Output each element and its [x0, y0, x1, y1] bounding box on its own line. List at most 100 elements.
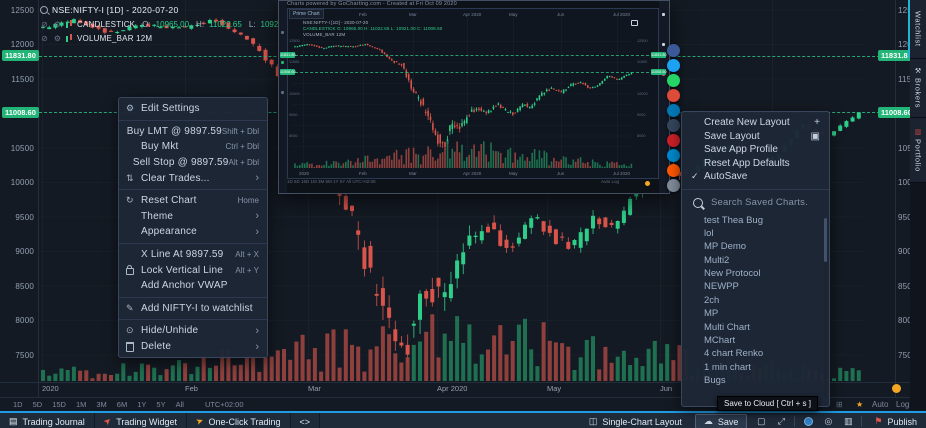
- eye-off-icon[interactable]: ⊘: [40, 20, 49, 29]
- twitter-share-button[interactable]: [667, 59, 680, 72]
- camera-button[interactable]: [798, 413, 818, 428]
- context-menu-item[interactable]: Lock Vertical LineAlt + Y: [119, 262, 267, 278]
- screenshot-icon[interactable]: ▢: [751, 413, 771, 428]
- timeframe-item[interactable]: 1M: [71, 400, 91, 409]
- layout-menu-item[interactable]: Save App Profile: [682, 143, 829, 157]
- menu-item-label: Reset Chart: [141, 195, 238, 206]
- saved-chart-item[interactable]: MP Demo: [682, 240, 829, 253]
- button-label: Trading Journal: [23, 417, 85, 427]
- menu-divider: [119, 189, 267, 190]
- timeframe-item[interactable]: 1Y: [132, 400, 151, 409]
- single-chart-layout-button[interactable]: ◫ Single-Chart Layout: [580, 413, 691, 428]
- saved-chart-item[interactable]: Multi2: [682, 254, 829, 267]
- context-menu-item[interactable]: Delete›: [119, 339, 267, 355]
- saved-chart-item[interactable]: NEWPP: [682, 280, 829, 293]
- snapshot-notification-dot: [645, 181, 650, 186]
- context-menu-item[interactable]: Buy LMT @ 9897.59Shift + Dbl: [119, 124, 267, 140]
- context-menu-item[interactable]: Sell Stop @ 9897.59Alt + Dbl: [119, 155, 267, 171]
- saved-chart-item[interactable]: Multi Chart: [682, 321, 829, 334]
- notification-dot[interactable]: [892, 384, 901, 393]
- cursor-icon: ➤: [194, 415, 205, 428]
- layout-menu-item[interactable]: ✓AutoSave: [682, 170, 829, 184]
- context-menu-item[interactable]: Appearance›: [119, 224, 267, 240]
- timeframe-item[interactable]: 6M: [112, 400, 132, 409]
- context-menu-item[interactable]: ✎Add NIFTY-I to watchlist: [119, 301, 267, 317]
- email-share-button[interactable]: [667, 179, 680, 192]
- menu-scrollbar[interactable]: [824, 218, 827, 398]
- trading-journal-button[interactable]: ▤ Trading Journal: [0, 413, 95, 428]
- snapshot-month-label: Jun: [557, 12, 564, 17]
- time-axis-label: Jun: [660, 384, 672, 393]
- layout-menu-item[interactable]: Save Layout▣: [682, 130, 829, 144]
- context-menu-item[interactable]: ⇅Clear Trades...›: [119, 170, 267, 186]
- context-menu-item[interactable]: ↻Reset ChartHome: [119, 193, 267, 209]
- eye-off-icon[interactable]: ⊘: [40, 34, 49, 43]
- snapshot-symbol-title: NSE:NIFTY-I [1D] - 2020-07-20: [303, 20, 368, 25]
- layout-menu-item[interactable]: Create New Layout+: [682, 116, 829, 130]
- sidebar-tab-portfolio[interactable]: ▥ Portfolio: [910, 118, 926, 183]
- timeframe-item[interactable]: 5D: [28, 400, 48, 409]
- time-axis-label: 2020: [42, 384, 59, 393]
- log-scale-toggle[interactable]: Log: [896, 400, 909, 409]
- timeframe-item[interactable]: 3M: [91, 400, 111, 409]
- saved-chart-item[interactable]: Bugs: [682, 374, 829, 387]
- timeframe-item[interactable]: 1D: [8, 400, 28, 409]
- bottom-toolbar: ▤ Trading Journal ➤ Trading Widget ➤ One…: [0, 411, 926, 428]
- telegram-share-button[interactable]: [667, 149, 680, 162]
- target-icon[interactable]: ◎: [818, 413, 838, 428]
- favorite-star-icon[interactable]: ★: [856, 400, 863, 409]
- saved-chart-item[interactable]: test Thea Bug: [682, 214, 829, 227]
- trash-icon: [126, 342, 141, 352]
- saved-chart-item[interactable]: lol: [682, 227, 829, 240]
- menu-item-label: Buy Mkt: [141, 141, 225, 152]
- context-menu-item[interactable]: ⊙Hide/Unhide›: [119, 323, 267, 339]
- context-menu-item[interactable]: Theme›: [119, 209, 267, 225]
- context-menu-item[interactable]: Buy MktCtrl + Dbl: [119, 139, 267, 155]
- reddit-share-button[interactable]: [667, 164, 680, 177]
- saved-chart-item[interactable]: MChart: [682, 334, 829, 347]
- tumblr-share-button[interactable]: [667, 119, 680, 132]
- timezone-label[interactable]: UTC+02:00: [205, 400, 244, 409]
- eye-icon: ⊙: [126, 325, 134, 336]
- gear-icon[interactable]: ⚙: [53, 20, 62, 29]
- saved-chart-item[interactable]: 2ch: [682, 294, 829, 307]
- time-axis-label: May: [547, 384, 561, 393]
- pinterest-share-button[interactable]: [667, 134, 680, 147]
- code-button[interactable]: <>: [291, 413, 321, 428]
- fullscreen-icon[interactable]: ⤢: [771, 413, 791, 428]
- timeframe-item[interactable]: 5Y: [151, 400, 170, 409]
- timeframe-item[interactable]: 15D: [47, 400, 71, 409]
- sliders-icon: ⇅: [126, 173, 141, 184]
- trading-widget-button[interactable]: ➤ Trading Widget: [95, 413, 187, 428]
- timeframe-item[interactable]: All: [171, 400, 189, 409]
- grid-toggle-icon[interactable]: ⊞: [836, 400, 843, 409]
- auto-scale-toggle[interactable]: Auto: [872, 400, 888, 409]
- bank-icon[interactable]: ▥: [838, 413, 858, 428]
- saved-chart-item[interactable]: 4 chart Renko: [682, 347, 829, 360]
- saved-charts-search[interactable]: Search Saved Charts.: [682, 194, 829, 214]
- sidebar-tab-watchlist[interactable]: Watchlist: [910, 0, 926, 59]
- context-menu-item[interactable]: ⚙Edit Settings: [119, 101, 267, 117]
- facebook-share-button[interactable]: [667, 44, 680, 57]
- linkedin-share-button[interactable]: [667, 104, 680, 117]
- save-to-cloud-button[interactable]: ☁ Save: [695, 414, 748, 428]
- publish-button[interactable]: ⚑ Publish: [865, 413, 926, 428]
- layout-menu-item[interactable]: Reset App Defaults: [682, 157, 829, 171]
- snapshot-price-tick: 8000: [289, 134, 297, 138]
- magnifier-icon[interactable]: [40, 6, 48, 14]
- saved-chart-item[interactable]: New Protocol: [682, 267, 829, 280]
- snapshot-price-line: [295, 72, 649, 73]
- google-plus-share-button[interactable]: [667, 89, 680, 102]
- context-menu-item[interactable]: Add Anchor VWAP: [119, 278, 267, 294]
- saved-chart-item[interactable]: 1 min chart: [682, 361, 829, 374]
- menu-item-label: Hide/Unhide: [141, 325, 255, 336]
- menu-item-label: Edit Settings: [141, 103, 259, 114]
- snapshot-month-label: May: [509, 171, 518, 176]
- context-menu-item[interactable]: X Line At 9897.59Alt + X: [119, 247, 267, 263]
- gear-icon[interactable]: ⚙: [53, 34, 62, 43]
- trash-icon: [126, 342, 134, 352]
- whatsapp-share-button[interactable]: [667, 74, 680, 87]
- one-click-trading-button[interactable]: ➤ One-Click Trading: [187, 413, 291, 428]
- sidebar-tab-brokers[interactable]: ⚒ Brokers: [910, 59, 926, 118]
- saved-chart-item[interactable]: MP: [682, 307, 829, 320]
